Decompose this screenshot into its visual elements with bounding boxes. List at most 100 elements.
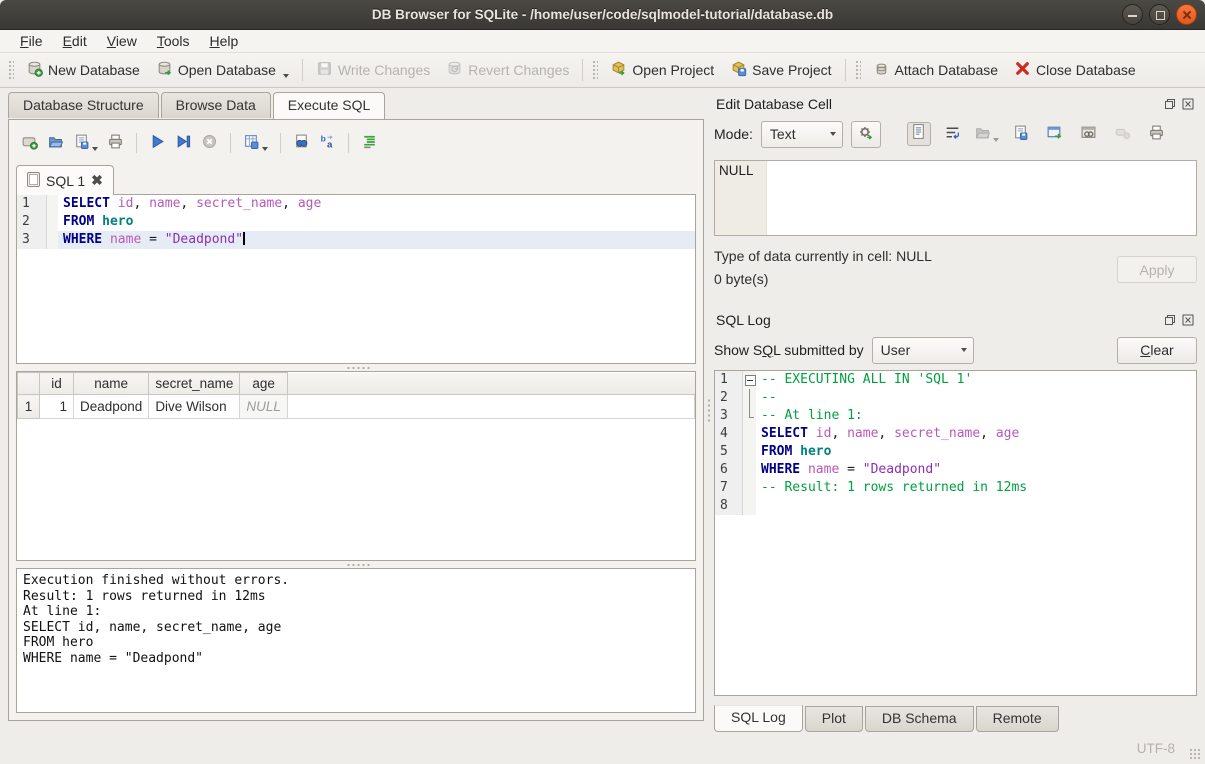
tab-database-structure[interactable]: Database Structure [8, 92, 159, 118]
mode-label: Mode: [714, 126, 753, 142]
format-sql-icon [361, 133, 378, 153]
text-mode-button[interactable] [907, 122, 931, 146]
column-header[interactable]: secret_name [149, 373, 240, 395]
toolbar-drag-handle[interactable] [8, 60, 14, 80]
menu-view[interactable]: View [97, 30, 147, 53]
open-sql-file-button[interactable] [44, 130, 67, 156]
open-database-button[interactable]: Open Database [148, 56, 297, 84]
open-project-icon [610, 60, 627, 80]
new-sql-tab-button[interactable] [18, 130, 41, 156]
status-bar: UTF-8 [0, 733, 1205, 764]
open-in-external-button[interactable] [1043, 122, 1067, 146]
toolbar-drag-handle[interactable] [592, 60, 598, 80]
tab-sql-log[interactable]: SQL Log [714, 705, 803, 732]
save-project-icon [730, 60, 747, 80]
fold-marker [743, 407, 756, 425]
save-sql-file-button[interactable] [70, 130, 101, 156]
print-icon [107, 133, 124, 153]
svg-text:a: a [327, 139, 333, 150]
clear-log-button[interactable]: Clear [1117, 337, 1197, 364]
fold-marker [743, 425, 756, 443]
results-grid[interactable]: id name secret_name age 1 1 Deadpond Di [16, 371, 696, 561]
execution-message: Execution finished without errors. Resul… [16, 568, 696, 713]
menu-file[interactable]: File [10, 30, 53, 53]
sql-log-controls: Show SQL submitted by User Clear [714, 334, 1197, 366]
column-header[interactable]: id [40, 373, 74, 395]
format-sql-button[interactable] [358, 130, 381, 156]
open-project-button[interactable]: Open Project [602, 56, 722, 84]
word-wrap-button[interactable] [941, 122, 965, 146]
sql-doc-tabbar: SQL 1 ✖ [16, 165, 696, 194]
execute-line-button[interactable] [172, 130, 195, 156]
log-line: 5FROM hero [715, 443, 1196, 461]
cell-secret-name[interactable]: Dive Wilson [149, 395, 240, 419]
log-filter-select[interactable]: User [872, 337, 974, 364]
encoding-indicator[interactable]: UTF-8 [1137, 741, 1175, 756]
open-file-gray-icon [974, 124, 991, 144]
execute-all-icon [149, 133, 166, 153]
float-icon[interactable] [1163, 97, 1177, 111]
auto-switch-mode-button[interactable] [851, 121, 881, 148]
menu-tools[interactable]: Tools [147, 30, 200, 53]
export-cell-button[interactable] [1009, 122, 1033, 146]
mode-select[interactable]: Text [761, 121, 843, 148]
tab-browse-data[interactable]: Browse Data [161, 92, 271, 118]
panel-splitter[interactable] [704, 88, 714, 733]
edit-cell-dock-header: Edit Database Cell [714, 92, 1197, 116]
find-button[interactable] [290, 130, 313, 156]
attach-database-button[interactable]: Attach Database [865, 56, 1007, 84]
close-button[interactable] [1176, 4, 1197, 25]
cell-id[interactable]: 1 [40, 395, 74, 419]
table-row: 1 1 Deadpond Dive Wilson NULL [18, 395, 695, 419]
row-number[interactable]: 1 [18, 395, 40, 419]
save-sql-dropdown-icon[interactable] [92, 147, 98, 151]
save-project-button[interactable]: Save Project [722, 56, 839, 84]
tab-plot[interactable]: Plot [805, 706, 863, 732]
print-cell-button[interactable] [1145, 122, 1169, 146]
cell-name[interactable]: Deadpond [74, 395, 149, 419]
save-results-button[interactable] [240, 130, 271, 156]
tab-remote[interactable]: Remote [976, 706, 1059, 732]
close-icon[interactable] [1181, 97, 1195, 111]
sql-doc-tab[interactable]: SQL 1 ✖ [16, 165, 114, 195]
menu-edit[interactable]: Edit [53, 30, 97, 53]
close-database-button[interactable]: Close Database [1006, 56, 1144, 84]
revert-changes-icon [446, 60, 463, 80]
sql-log-dock-header: SQL Log [714, 308, 1197, 332]
column-header[interactable]: name [74, 373, 149, 395]
write-changes-button: Write Changes [308, 56, 438, 84]
replace-button[interactable]: ba [316, 130, 339, 156]
close-icon[interactable] [1181, 313, 1195, 327]
copy-link-button[interactable] [1077, 122, 1101, 146]
cell-value: NULL [715, 161, 767, 235]
resize-grip[interactable] [1189, 748, 1201, 760]
cell-age[interactable]: NULL [240, 395, 288, 419]
save-results-dropdown-icon[interactable] [262, 147, 268, 151]
open-database-dropdown-icon[interactable] [283, 74, 289, 78]
editor-results-splitter[interactable] [16, 364, 696, 371]
sql-editor[interactable]: 1SELECT id, name, secret_name, age 2FROM… [16, 194, 696, 364]
close-sql-tab-icon[interactable]: ✖ [91, 172, 103, 189]
menu-help[interactable]: Help [200, 30, 249, 53]
minimize-button[interactable] [1122, 4, 1143, 25]
sql-log-view[interactable]: 1-- EXECUTING ALL IN 'SQL 1' 2-- 3-- At … [714, 370, 1197, 696]
link-icon [1080, 124, 1097, 144]
cell-value-editor[interactable]: NULL [714, 160, 1197, 236]
log-filter-label: Show SQL submitted by [714, 342, 864, 358]
maximize-button[interactable] [1149, 4, 1170, 25]
tab-db-schema[interactable]: DB Schema [865, 706, 974, 732]
new-database-button[interactable]: New Database [18, 56, 148, 84]
fold-marker [743, 479, 756, 497]
results-message-splitter[interactable] [16, 561, 696, 568]
tab-execute-sql[interactable]: Execute SQL [273, 92, 386, 119]
word-wrap-icon [944, 124, 961, 144]
execute-all-button[interactable] [146, 130, 169, 156]
sql-log-title: SQL Log [716, 312, 1159, 328]
attach-database-icon [873, 60, 890, 80]
float-icon[interactable] [1163, 313, 1177, 327]
fold-marker[interactable] [743, 371, 756, 389]
window-title: DB Browser for SQLite - /home/user/code/… [0, 7, 1205, 22]
toolbar-drag-handle[interactable] [855, 60, 861, 80]
column-header[interactable]: age [240, 373, 288, 395]
print-button[interactable] [104, 130, 127, 156]
